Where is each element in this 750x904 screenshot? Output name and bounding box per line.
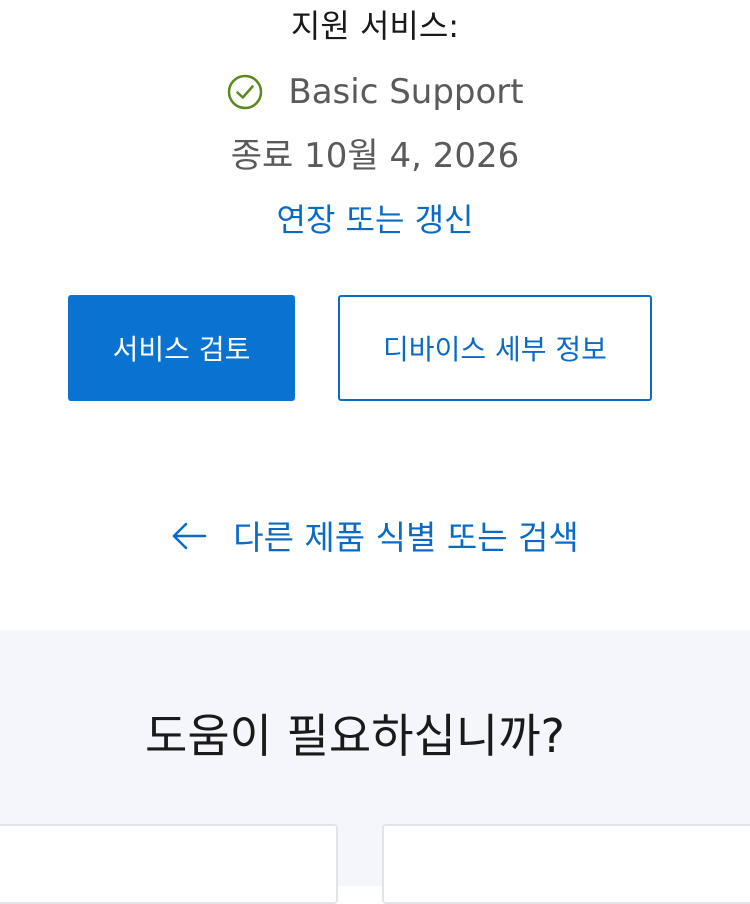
identify-other-product-link[interactable]: 다른 제품 식별 또는 검색: [0, 510, 750, 560]
device-details-button[interactable]: 디바이스 세부 정보: [338, 295, 652, 401]
support-heading: 지원 서비스:: [290, 7, 460, 45]
support-plan-name: Basic Support: [288, 72, 524, 112]
identify-other-product-label: 다른 제품 식별 또는 검색: [233, 518, 579, 557]
review-service-button[interactable]: 서비스 검토: [68, 295, 295, 401]
help-card[interactable]: [382, 824, 750, 904]
help-card[interactable]: [0, 824, 338, 904]
support-status-panel: 지원 서비스: Basic Support 종료 10월 4, 2026 연장 …: [0, 0, 750, 630]
help-section: 도움이 필요하십니까?: [0, 630, 750, 904]
extend-or-renew-link[interactable]: 연장 또는 갱신: [0, 198, 750, 242]
check-circle-icon: [226, 73, 264, 111]
support-expiry-date: 종료 10월 4, 2026: [230, 136, 520, 176]
support-plan-row: Basic Support: [0, 70, 750, 114]
help-title: 도움이 필요하십니까?: [145, 709, 565, 763]
arrow-left-icon: [171, 520, 207, 550]
